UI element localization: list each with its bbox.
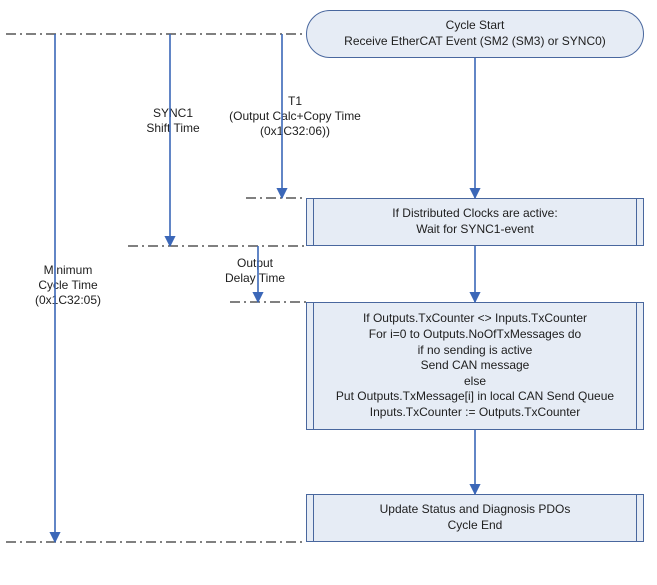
node-cycle-end-line2: Cycle End bbox=[448, 518, 503, 534]
node-tx-line5: else bbox=[464, 374, 486, 390]
node-wait-sync1-line1: If Distributed Clocks are active: bbox=[392, 206, 557, 222]
label-t1: T1 (Output Calc+Copy Time (0x1C32:06)) bbox=[215, 94, 375, 139]
node-tx-line2: For i=0 to Outputs.NoOfTxMessages do bbox=[369, 327, 581, 343]
node-cycle-start: Cycle Start Receive EtherCAT Event (SM2 … bbox=[306, 10, 644, 58]
node-tx-line4: Send CAN message bbox=[421, 358, 530, 374]
node-tx-line1: If Outputs.TxCounter <> Inputs.TxCounter bbox=[363, 311, 587, 327]
label-min-cycle-time: Minimum Cycle Time (0x1C32:05) bbox=[23, 263, 113, 308]
node-cycle-start-line1: Cycle Start bbox=[446, 18, 505, 34]
label-output-delay: Output Delay Time bbox=[215, 256, 295, 286]
node-tx-line6: Put Outputs.TxMessage[i] in local CAN Se… bbox=[336, 389, 614, 405]
label-sync1-shift: SYNC1 Shift Time bbox=[138, 106, 208, 136]
node-tx-line3: if no sending is active bbox=[418, 343, 533, 359]
node-wait-sync1: If Distributed Clocks are active: Wait f… bbox=[306, 198, 644, 246]
node-cycle-end: Update Status and Diagnosis PDOs Cycle E… bbox=[306, 494, 644, 542]
flowchart-canvas: Cycle Start Receive EtherCAT Event (SM2 … bbox=[0, 0, 657, 585]
node-tx-line7: Inputs.TxCounter := Outputs.TxCounter bbox=[370, 405, 580, 421]
node-tx-block: If Outputs.TxCounter <> Inputs.TxCounter… bbox=[306, 302, 644, 430]
node-cycle-end-line1: Update Status and Diagnosis PDOs bbox=[380, 502, 571, 518]
node-cycle-start-line2: Receive EtherCAT Event (SM2 (SM3) or SYN… bbox=[344, 34, 606, 50]
node-wait-sync1-line2: Wait for SYNC1-event bbox=[416, 222, 534, 238]
